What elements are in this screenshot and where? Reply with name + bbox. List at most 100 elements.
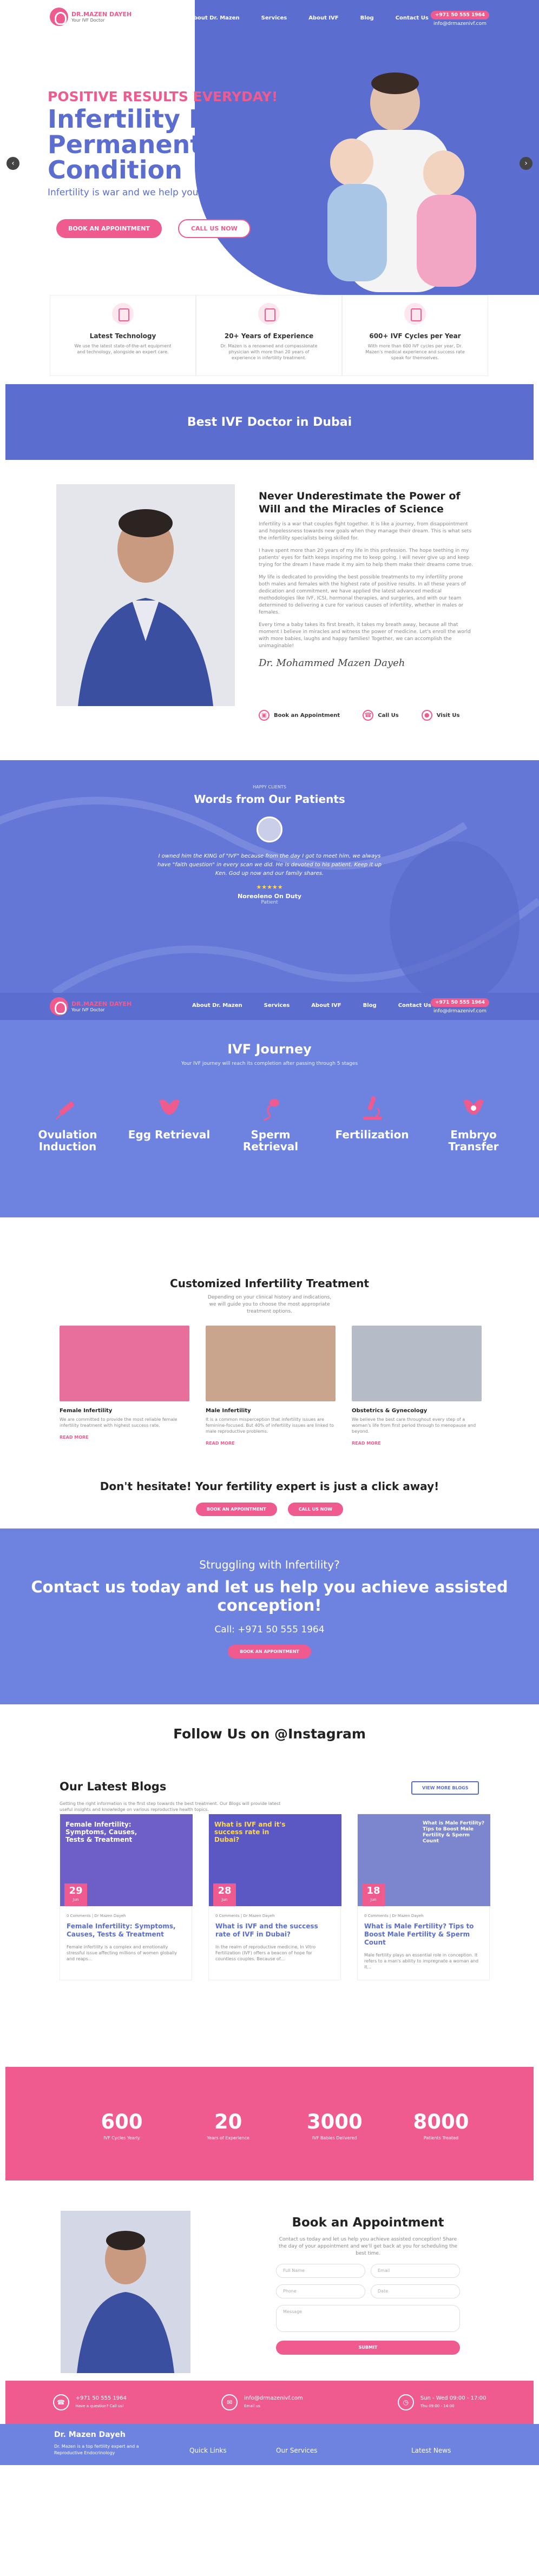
journey-step-label: Ovulation Induction: [38, 1128, 97, 1153]
nav-item-about[interactable]: About Dr. Mazen: [189, 15, 240, 21]
blog-meta: 0 Comments | Dr Mazen Dayeh: [364, 1914, 424, 1918]
about-book-link[interactable]: ▣ Book an Appointment: [259, 710, 340, 721]
custom-subtitle: Depending on your clinical history and i…: [207, 1295, 332, 1314]
book-appointment-button[interactable]: BOOK AN APPOINTMENT: [228, 1645, 311, 1658]
read-more-link[interactable]: READ MORE: [352, 1441, 482, 1446]
phone-field[interactable]: Phone: [276, 2284, 365, 2298]
contact-phone[interactable]: ☎ +971 50 555 1964 Have a question? Call u…: [52, 2394, 127, 2410]
nav-email[interactable]: info@drmazenivf.com: [431, 19, 489, 28]
custom-title: Customized Infertility Treatment: [170, 1277, 369, 1290]
treatment-card-text: We are committed to provide the most rel…: [60, 1417, 178, 1428]
blog-title[interactable]: Female Infertility: Symptoms, Causes, Te…: [67, 1922, 185, 1939]
email-field[interactable]: Email: [371, 2264, 460, 2278]
banner-section: Best IVF Doctor in Dubai: [0, 384, 539, 460]
testimonial-name: Noreoleno On Duty: [237, 893, 302, 900]
feature-card-ivf-cycles: 600+ IVF Cycles per Year With more than …: [342, 295, 488, 376]
treatment-card-title: Male Infertility: [206, 1408, 251, 1414]
experience-icon: [258, 303, 280, 325]
testimonial-title: Words from Our Patients: [194, 793, 345, 806]
stat-value: 3000: [306, 2110, 363, 2133]
read-more-link[interactable]: READ MORE: [60, 1435, 189, 1440]
call-us-button[interactable]: CALL US NOW: [178, 219, 251, 238]
about-book-label: Book an Appointment: [274, 712, 340, 719]
full-name-field[interactable]: Full Name: [276, 2264, 365, 2278]
blog-cards: Female Infertility: Symptoms, Causes, Te…: [60, 1814, 490, 1980]
nav-item-services[interactable]: Services: [261, 15, 287, 21]
journey-steps: Ovulation Induction Egg Retrieval Sperm …: [22, 1093, 520, 1152]
contact-email[interactable]: ✉ info@drmazenivf.com Email us: [221, 2394, 303, 2410]
blog-meta: 0 Comments | Dr Mazen Dayeh: [215, 1914, 275, 1918]
view-more-blogs-button[interactable]: VIEW MORE BLOGS: [411, 1781, 479, 1795]
nav-item-about-ivf[interactable]: About IVF: [308, 15, 338, 21]
footer-services-title: Our Services: [276, 2447, 318, 2454]
nav-phone[interactable]: +971 50 555 1964: [430, 998, 489, 1007]
treatment-card[interactable]: Obstetrics & Gynecology We believe the b…: [352, 1326, 482, 1446]
sticky-nav: DR.MAZEN DAYEH Your IVF Doctor About Dr.…: [0, 993, 539, 1020]
nav-item-services[interactable]: Services: [264, 1003, 290, 1009]
appointment-form: Book an Appointment Contact us today and…: [276, 2216, 460, 2355]
stats-section: 600 IVF Cycles Yearly 20 Years of Experien…: [0, 2067, 539, 2180]
nav-item-contact[interactable]: Contact Us: [398, 1003, 431, 1009]
nav-item-about[interactable]: About Dr. Mazen: [192, 1003, 242, 1009]
blog-title[interactable]: What is IVF and the success rate of IVF …: [215, 1922, 334, 1939]
blog-image: Female Infertility: Symptoms, Causes, Te…: [60, 1814, 193, 1906]
nav-item-blog[interactable]: Blog: [360, 15, 374, 21]
blog-day: 29: [69, 1885, 83, 1896]
feature-title: 600+ IVF Cycles per Year: [369, 332, 461, 340]
blog-image-text: What is Male Fertility? Tips to Boost Ma…: [423, 1821, 485, 1844]
blog-card[interactable]: What is IVF and it's success rate in Dub…: [208, 1814, 341, 1980]
stat-label: IVF Cycles Yearly: [103, 2136, 140, 2140]
footer-links: Quick Links: [189, 2447, 227, 2454]
treatment-card[interactable]: Female Infertility We are committed to p…: [60, 1326, 189, 1446]
treatment-card-text: We believe the best care throughout ever…: [352, 1417, 476, 1434]
journey-step-label: Egg Retrieval: [128, 1128, 211, 1141]
technology-icon: [112, 303, 134, 325]
about-call-link[interactable]: ☎ Call Us: [363, 710, 399, 721]
call-us-button[interactable]: CALL US NOW: [287, 1503, 344, 1516]
phone-icon: ☎: [52, 2394, 69, 2410]
nav-email[interactable]: info@drmazenivf.com: [431, 1007, 489, 1016]
blog-image-text: What is IVF and it's success rate in Dub…: [214, 1821, 286, 1843]
blog-card[interactable]: What is Male Fertility? Tips to Boost Ma…: [357, 1814, 490, 1980]
nav-item-contact[interactable]: Contact Us: [396, 15, 429, 21]
nav-phone[interactable]: +971 50 555 1964: [430, 11, 489, 19]
slider-prev-button[interactable]: ‹: [6, 157, 19, 170]
stat-value: 8000: [413, 2110, 469, 2133]
nav-item-about-ivf[interactable]: About IVF: [311, 1003, 341, 1009]
site-logo[interactable]: DR.MAZEN DAYEH Your IVF Doctor: [50, 997, 132, 1016]
nav-item-blog[interactable]: Blog: [363, 1003, 377, 1009]
submit-button[interactable]: SUBMIT: [276, 2341, 460, 2355]
journey-step-label: Sperm Retrieval: [242, 1128, 299, 1153]
syringe-icon: [55, 1102, 74, 1120]
date-field[interactable]: Date: [371, 2284, 460, 2298]
slider-next-button[interactable]: ›: [520, 157, 533, 170]
stat-label: IVF Babies Delivered: [312, 2136, 357, 2140]
treatment-card[interactable]: Male Infertility It is a common misperce…: [206, 1326, 336, 1446]
footer: Dr. Mazen Dayeh Dr. Mazen is a top ferti…: [0, 2424, 539, 2465]
book-appointment-button[interactable]: BOOK AN APPOINTMENT: [195, 1503, 277, 1516]
stat-ivf-cycles: 600 IVF Cycles Yearly: [76, 2110, 168, 2140]
contact-hours: ◷ Sun - Wed 09:00 - 17:00 Thu 09:00 - 14:0…: [397, 2394, 486, 2410]
site-logo[interactable]: DR.MAZEN DAYEH Your IVF Doctor: [50, 8, 132, 26]
blog-card[interactable]: Female Infertility: Symptoms, Causes, Te…: [60, 1814, 193, 1980]
read-more-link[interactable]: READ MORE: [206, 1441, 336, 1446]
about-section: Never Underestimate the Power of Will an…: [0, 460, 539, 760]
stat-patients: 8000 Patients Treated: [395, 2110, 487, 2140]
nav-contact: +971 50 555 1964 info@drmazenivf.com: [430, 998, 489, 1016]
blog-day: 18: [366, 1885, 380, 1896]
cta-phone[interactable]: Call: +971 50 555 1964: [0, 1624, 539, 1635]
appointment-title: Book an Appointment: [292, 2216, 444, 2230]
testimonial-quote: I owned him the KING of "IVF" because fr…: [157, 853, 382, 877]
about-visit-link[interactable]: ● Visit Us: [421, 710, 459, 721]
about-actions: ▣ Book an Appointment ☎ Call Us ● Visit Us: [259, 710, 459, 721]
contact-hours-note: Thu 09:00 - 14:00: [420, 2404, 455, 2408]
footer-news-title: Latest News: [411, 2447, 451, 2454]
message-field[interactable]: Message: [276, 2305, 460, 2332]
cta-title: Don't hesitate! Your fertility expert is…: [100, 1480, 439, 1493]
journey-title: IVF Journey: [227, 1042, 312, 1057]
embryo-icon: [463, 1099, 484, 1115]
feature-card-technology: Latest Technology We use the latest stat…: [50, 295, 196, 376]
book-appointment-button[interactable]: BOOK AN APPOINTMENT: [56, 219, 162, 238]
journey-step: Sperm Retrieval: [225, 1093, 317, 1152]
blog-title[interactable]: What is Male Fertility? Tips to Boost Ma…: [364, 1922, 483, 1947]
